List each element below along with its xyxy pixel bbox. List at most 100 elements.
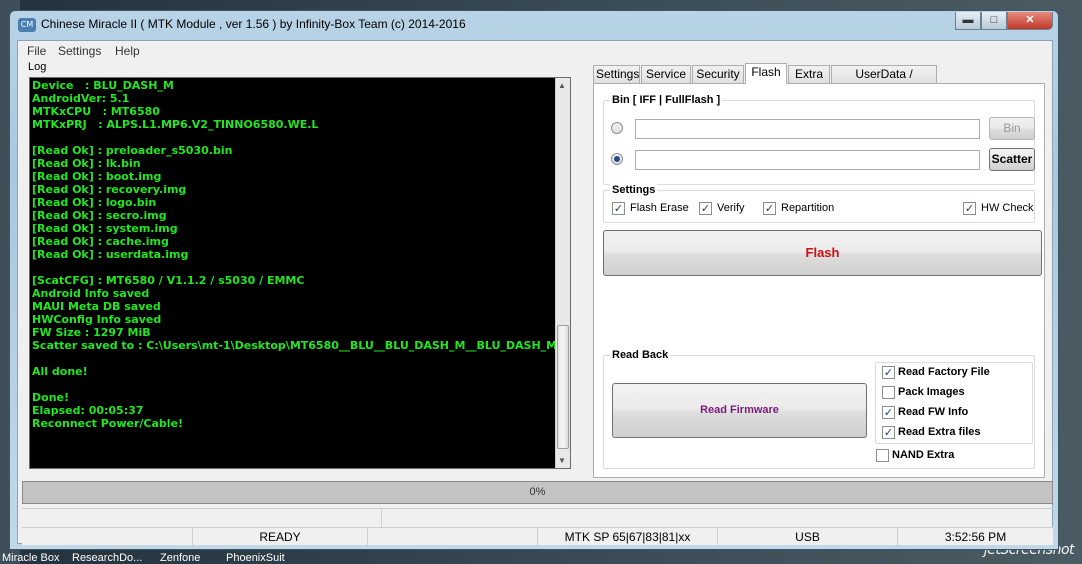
menu-help[interactable]: Help	[115, 44, 140, 58]
tab-service[interactable]: Service	[641, 65, 691, 83]
minimize-button[interactable]: ▬	[955, 12, 981, 30]
log-line: Scatter saved to : C:\Users\mt-1\Desktop…	[32, 339, 571, 352]
read-firmware-button[interactable]: Read Firmware	[612, 383, 867, 438]
title-bar[interactable]: CM Chinese Miracle II ( MTK Module , ver…	[10, 11, 1058, 39]
log-line: MTKxCPU : MT6580	[32, 105, 160, 118]
log-line: [Read Ok] : userdata.img	[32, 248, 189, 261]
tab-extra[interactable]: Extra	[788, 65, 830, 83]
log-line: [Read Ok] : boot.img	[32, 170, 162, 183]
menu-bar: File Settings Help	[18, 41, 1052, 60]
progress-bar: 0%	[22, 481, 1053, 504]
log-line: Done!	[32, 391, 69, 404]
read-extra-files-checkbox[interactable]: ✓	[882, 426, 895, 439]
nand-extra-checkbox[interactable]	[876, 449, 889, 462]
log-line: Reconnect Power/Cable!	[32, 417, 184, 430]
bin-path-input[interactable]	[635, 119, 980, 139]
bin-group-title: Bin [ IFF | FullFlash ]	[610, 94, 723, 106]
bin-button[interactable]: Bin	[989, 117, 1035, 140]
scatter-button[interactable]: Scatter	[989, 148, 1035, 171]
log-line: AndroidVer: 5.1	[32, 92, 130, 105]
close-icon: ✕	[1025, 14, 1035, 26]
log-line: FW Size : 1297 MiB	[32, 326, 151, 339]
log-line: MTKxPRJ : ALPS.L1.MP6.V2_TINNO6580.WE.L	[32, 118, 319, 131]
progress-text: 0%	[529, 486, 546, 498]
app-icon: CM	[18, 18, 36, 32]
main-window: CM Chinese Miracle II ( MTK Module , ver…	[9, 10, 1059, 550]
scatter-radio[interactable]	[611, 153, 623, 165]
readback-group: Read Back Read Firmware ✓ Read Factory F…	[603, 349, 1035, 469]
log-line: HWConfig Info saved	[32, 313, 162, 326]
tab-settings[interactable]: Settings	[593, 65, 640, 83]
log-line: [ScatCFG] : MT6580 / V1.1.2 / s5030 / EM…	[32, 274, 305, 287]
log-line: [Read Ok] : system.img	[32, 222, 178, 235]
log-line: [Read Ok] : lk.bin	[32, 157, 141, 170]
flash-erase-label: Flash Erase	[630, 202, 689, 214]
verify-label: Verify	[717, 202, 745, 214]
settings-group-title: Settings	[610, 184, 658, 196]
scroll-down-icon[interactable]: ▼	[558, 456, 566, 465]
repartition-checkbox[interactable]: ✓	[763, 202, 776, 215]
verify-checkbox[interactable]: ✓	[699, 202, 712, 215]
hw-check-label: HW Check	[981, 202, 1034, 214]
read-fw-info-label: Read FW Info	[898, 406, 969, 418]
log-textbox[interactable]: Device : BLU_DASH_M AndroidVer: 5.1 MTKxCP…	[29, 77, 571, 469]
maximize-button[interactable]: □	[981, 12, 1007, 30]
status-empty-cell	[22, 528, 192, 546]
log-line: [Read Ok] : preloader_s5030.bin	[32, 144, 233, 157]
iff-radio[interactable]	[611, 122, 623, 134]
taskbar-item-researchdo[interactable]: ResearchDo...	[72, 552, 142, 564]
readback-options-group: ✓ Read Factory File Pack Images ✓ Read F…	[875, 362, 1033, 444]
settings-group: Settings ✓ Flash Erase ✓ Verify ✓ Repart…	[603, 184, 1035, 223]
status-divider	[381, 509, 382, 527]
log-line: [Read Ok] : logo.bin	[32, 196, 157, 209]
close-button[interactable]: ✕	[1007, 12, 1053, 30]
taskbar-item-phoenixsuit[interactable]: PhoenixSuit	[226, 552, 285, 564]
window-title: Chinese Miracle II ( MTK Module , ver 1.…	[41, 17, 466, 31]
log-line: Device : BLU_DASH_M	[32, 79, 174, 92]
status-connection: USB	[717, 528, 897, 546]
menu-settings[interactable]: Settings	[58, 44, 101, 58]
log-lines: Device : BLU_DASH_M AndroidVer: 5.1 MTKxCP…	[32, 79, 571, 430]
read-fw-info-checkbox[interactable]: ✓	[882, 406, 895, 419]
tab-flash[interactable]: Flash	[745, 63, 787, 84]
status-time: 3:52:56 PM	[897, 528, 1053, 546]
menu-file[interactable]: File	[27, 44, 46, 58]
tab-security[interactable]: Security	[692, 65, 744, 83]
log-label: Log	[28, 61, 47, 73]
nand-extra-label: NAND Extra	[892, 449, 955, 461]
status-empty-cell-2	[367, 528, 537, 546]
status-bar-upper	[22, 508, 1053, 527]
log-line: [Read Ok] : secro.img	[32, 209, 167, 222]
log-scrollbar[interactable]: ▲ ▼	[555, 78, 570, 468]
scatter-path-input[interactable]	[635, 150, 980, 170]
repartition-label: Repartition	[781, 202, 835, 214]
log-line: Elapsed: 00:05:37	[32, 404, 144, 417]
client-area: File Settings Help Log Device : BLU_DASH…	[17, 40, 1053, 546]
status-bar: READY MTK SP 65|67|83|81|xx USB 3:52:56 …	[22, 527, 1053, 546]
taskbar-item-miracle-box[interactable]: Miracle Box	[2, 552, 59, 564]
read-extra-files-label: Read Extra files	[898, 426, 981, 438]
bin-group: Bin [ IFF | FullFlash ] Bin Scatter	[603, 94, 1035, 185]
tab-userdata-forensic[interactable]: UserData / Forensic	[831, 65, 937, 97]
log-line: Android Info saved	[32, 287, 150, 300]
flash-button[interactable]: Flash	[603, 230, 1042, 276]
pack-images-label: Pack Images	[898, 386, 965, 398]
read-factory-file-checkbox[interactable]: ✓	[882, 366, 895, 379]
log-line: MAUI Meta DB saved	[32, 300, 161, 313]
flash-erase-checkbox[interactable]: ✓	[612, 202, 625, 215]
taskbar-item-zenfone[interactable]: Zenfone	[160, 552, 200, 564]
scroll-up-icon[interactable]: ▲	[558, 81, 566, 90]
readback-group-title: Read Back	[610, 349, 671, 361]
maximize-icon: □	[990, 14, 998, 26]
pack-images-checkbox[interactable]	[882, 386, 895, 399]
log-line: [Read Ok] : cache.img	[32, 235, 169, 248]
scroll-thumb[interactable]	[557, 325, 569, 449]
hw-check-checkbox[interactable]: ✓	[963, 202, 976, 215]
status-mtk: MTK SP 65|67|83|81|xx	[537, 528, 717, 546]
minimize-icon: ▬	[962, 14, 974, 26]
status-state: READY	[192, 528, 367, 546]
